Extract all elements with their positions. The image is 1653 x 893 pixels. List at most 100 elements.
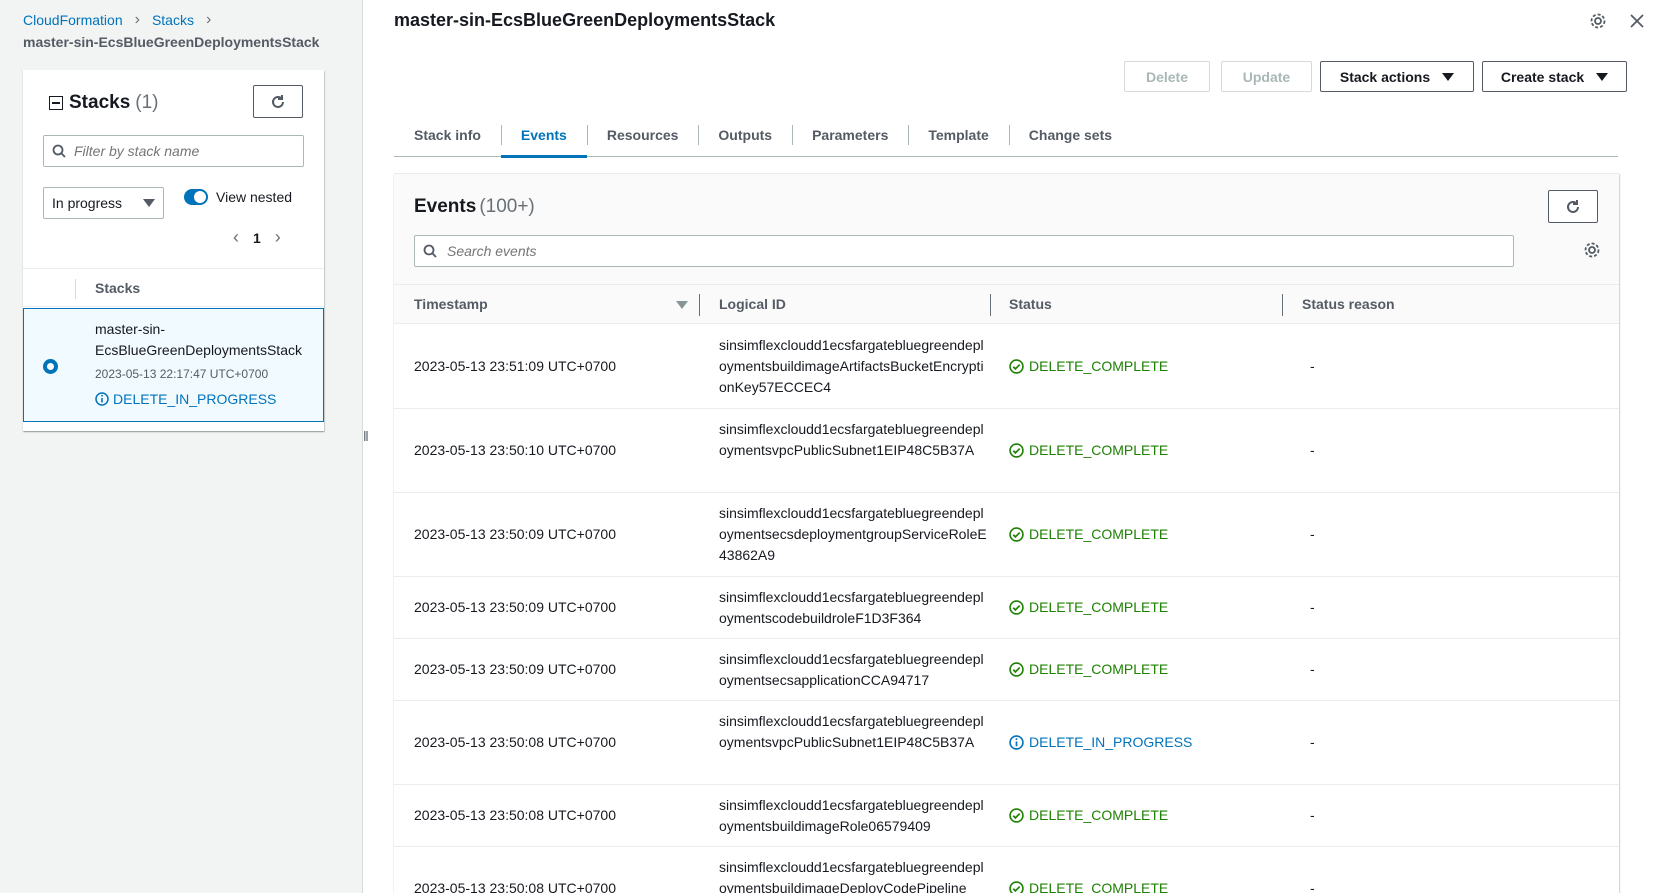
event-logical-id: sinsimflexcloudd1ecsfargatebluegreendepl… bbox=[719, 421, 984, 458]
check-circle-icon bbox=[1009, 526, 1024, 542]
event-status: DELETE_COMPLETE bbox=[1009, 880, 1168, 893]
event-status-reason: - bbox=[1310, 442, 1315, 458]
update-button[interactable]: Update bbox=[1221, 61, 1312, 92]
events-title: Events (100+) bbox=[414, 196, 535, 218]
stacks-card: Stacks (1) In progress View nested ‹ 1 ›… bbox=[23, 70, 324, 431]
chevron-left-icon[interactable]: ‹ bbox=[233, 227, 239, 248]
tab-parameters[interactable]: Parameters bbox=[792, 112, 908, 157]
refresh-stacks-button[interactable] bbox=[253, 85, 303, 118]
events-header: Events (100+) bbox=[394, 174, 1619, 284]
tab-events[interactable]: Events bbox=[500, 112, 587, 158]
event-status-reason: - bbox=[1310, 661, 1315, 677]
event-status-reason: - bbox=[1310, 358, 1315, 374]
gear-icon[interactable] bbox=[1589, 12, 1607, 30]
breadcrumb-current: master-sin-EcsBlueGreenDeploymentsStack bbox=[23, 34, 320, 50]
view-nested-toggle[interactable]: View nested bbox=[184, 189, 292, 205]
event-status-text: DELETE_IN_PROGRESS bbox=[1029, 734, 1193, 750]
event-status: DELETE_IN_PROGRESS bbox=[1009, 734, 1192, 750]
tab-outputs[interactable]: Outputs bbox=[698, 112, 792, 157]
event-status: DELETE_COMPLETE bbox=[1009, 661, 1168, 677]
check-circle-icon bbox=[1009, 358, 1024, 374]
toggle-switch[interactable] bbox=[184, 189, 208, 205]
event-status-text: DELETE_COMPLETE bbox=[1029, 358, 1169, 374]
stacks-side-panel: CloudFormation › Stacks › master-sin-Ecs… bbox=[0, 0, 363, 893]
search-events-field[interactable] bbox=[414, 235, 1514, 267]
view-nested-label: View nested bbox=[216, 189, 293, 205]
event-logical-id: sinsimflexcloudd1ecsfargatebluegreendepl… bbox=[719, 651, 984, 688]
event-status-text: DELETE_COMPLETE bbox=[1029, 661, 1169, 677]
refresh-icon bbox=[1567, 199, 1579, 213]
search-icon bbox=[52, 144, 66, 158]
breadcrumb-cloudformation[interactable]: CloudFormation bbox=[23, 12, 123, 28]
table-row[interactable]: 2023-05-13 23:50:08 UTC+0700 sinsimflexcl… bbox=[394, 847, 1619, 893]
stacks-column-header: Stacks bbox=[95, 280, 141, 296]
column-divider bbox=[75, 279, 76, 299]
column-header-status[interactable]: Status bbox=[1009, 296, 1052, 312]
gear-icon[interactable] bbox=[1583, 241, 1601, 259]
event-status-text: DELETE_COMPLETE bbox=[1029, 880, 1169, 893]
refresh-events-button[interactable] bbox=[1548, 190, 1598, 223]
column-divider[interactable] bbox=[990, 294, 991, 316]
check-circle-icon bbox=[1009, 807, 1024, 823]
column-divider[interactable] bbox=[699, 294, 700, 316]
event-timestamp: 2023-05-13 23:51:09 UTC+0700 bbox=[414, 358, 616, 374]
pagination: ‹ 1 › bbox=[233, 227, 281, 248]
event-timestamp: 2023-05-13 23:50:10 UTC+0700 bbox=[414, 442, 616, 458]
tab-template[interactable]: Template bbox=[908, 112, 1008, 157]
event-logical-id: sinsimflexcloudd1ecsfargatebluegreendepl… bbox=[719, 337, 984, 395]
event-status-text: DELETE_COMPLETE bbox=[1029, 599, 1169, 615]
tab-resources[interactable]: Resources bbox=[586, 112, 699, 157]
tab-change-sets[interactable]: Change sets bbox=[1008, 112, 1132, 157]
event-logical-id: sinsimflexcloudd1ecsfargatebluegreendepl… bbox=[719, 505, 987, 563]
table-row[interactable]: 2023-05-13 23:50:08 UTC+0700 sinsimflexcl… bbox=[394, 785, 1619, 847]
stack-status-text: DELETE_IN_PROGRESS bbox=[113, 391, 277, 407]
delete-button[interactable]: Delete bbox=[1124, 61, 1210, 92]
page-title: master-sin-EcsBlueGreenDeploymentsStack bbox=[394, 10, 776, 30]
stack-radio[interactable] bbox=[43, 359, 58, 374]
search-events-input[interactable] bbox=[447, 243, 1447, 259]
column-divider[interactable] bbox=[1282, 294, 1283, 316]
stacks-title: Stacks bbox=[69, 92, 131, 113]
status-filter-select[interactable]: In progress bbox=[43, 187, 164, 219]
stack-row[interactable]: master-sin-EcsBlueGreenDeploymentsStack … bbox=[23, 308, 324, 422]
sort-descending-icon[interactable] bbox=[676, 301, 688, 309]
events-count: (100+) bbox=[479, 196, 535, 217]
column-header-status-reason[interactable]: Status reason bbox=[1302, 296, 1395, 312]
tab-stack-info[interactable]: Stack info bbox=[394, 112, 501, 157]
create-stack-button[interactable]: Create stack bbox=[1482, 61, 1627, 92]
event-status-reason: - bbox=[1310, 599, 1315, 615]
filter-stacks-field[interactable] bbox=[43, 135, 304, 167]
event-status-reason: - bbox=[1310, 880, 1315, 893]
stack-tabs: Stack info Events Resources Outputs Para… bbox=[394, 112, 1618, 158]
table-row[interactable]: 2023-05-13 23:50:09 UTC+0700 sinsimflexcl… bbox=[394, 639, 1619, 701]
table-row[interactable]: 2023-05-13 23:51:09 UTC+0700 sinsimflexcl… bbox=[394, 325, 1619, 409]
stack-name[interactable]: master-sin-EcsBlueGreenDeploymentsStack bbox=[95, 319, 315, 361]
event-status: DELETE_COMPLETE bbox=[1009, 526, 1168, 542]
chevron-right-icon[interactable]: › bbox=[275, 227, 281, 248]
table-row[interactable]: 2023-05-13 23:50:09 UTC+0700 sinsimflexcl… bbox=[394, 493, 1619, 577]
event-timestamp: 2023-05-13 23:50:09 UTC+0700 bbox=[414, 661, 616, 677]
caret-down-icon bbox=[1442, 72, 1455, 81]
event-status: DELETE_COMPLETE bbox=[1009, 599, 1168, 615]
stack-created-time: 2023-05-13 22:17:47 UTC+0700 bbox=[95, 367, 269, 381]
filter-stacks-input[interactable] bbox=[74, 143, 294, 159]
table-row[interactable]: 2023-05-13 23:50:09 UTC+0700 sinsimflexcl… bbox=[394, 577, 1619, 639]
table-row[interactable]: 2023-05-13 23:50:10 UTC+0700 sinsimflexcl… bbox=[394, 409, 1619, 493]
event-timestamp: 2023-05-13 23:50:08 UTC+0700 bbox=[414, 880, 616, 893]
column-header-timestamp[interactable]: Timestamp bbox=[414, 296, 488, 312]
create-stack-label: Create stack bbox=[1500, 68, 1585, 85]
collapse-icon[interactable] bbox=[49, 96, 63, 110]
close-icon[interactable] bbox=[1629, 13, 1645, 29]
stack-actions-button[interactable]: Stack actions bbox=[1320, 61, 1474, 92]
event-status-reason: - bbox=[1310, 807, 1315, 823]
table-row[interactable]: 2023-05-13 23:50:08 UTC+0700 sinsimflexcl… bbox=[394, 701, 1619, 785]
check-circle-icon bbox=[1009, 442, 1024, 458]
breadcrumb-stacks[interactable]: Stacks bbox=[152, 12, 194, 28]
page-number[interactable]: 1 bbox=[253, 230, 261, 246]
drag-handle-icon[interactable]: ‖ bbox=[363, 428, 369, 444]
column-header-logical-id[interactable]: Logical ID bbox=[719, 296, 786, 312]
event-status-text: DELETE_COMPLETE bbox=[1029, 807, 1169, 823]
stacks-count: (1) bbox=[135, 92, 159, 113]
chevron-right-icon: › bbox=[134, 11, 140, 28]
event-status-text: DELETE_COMPLETE bbox=[1029, 442, 1169, 458]
